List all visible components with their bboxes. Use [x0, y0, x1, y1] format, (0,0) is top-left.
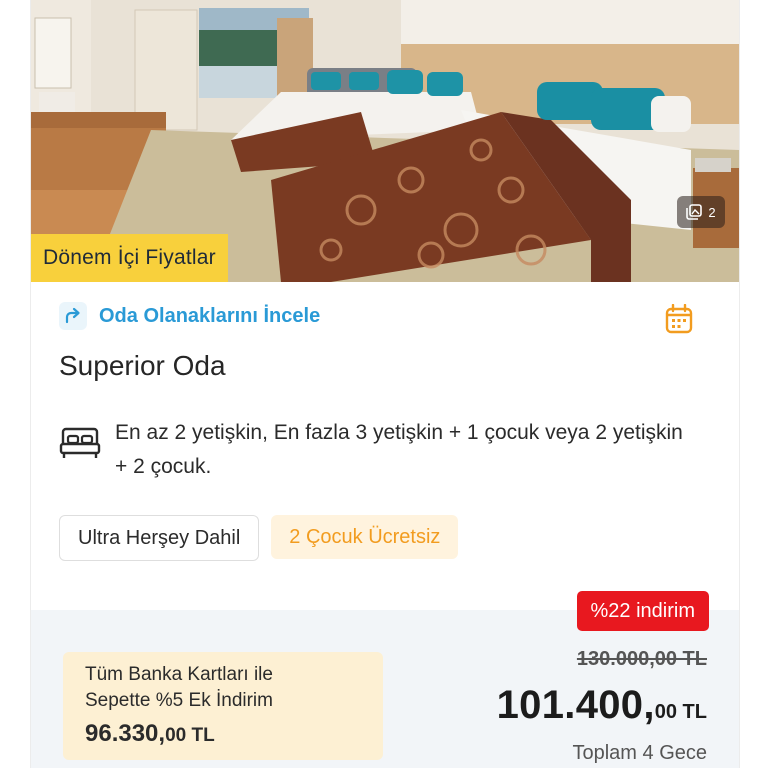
feature-tags: Ultra Herşey Dahil 2 Çocuk Ücretsiz — [59, 515, 459, 561]
room-title: Superior Oda — [59, 350, 226, 381]
gallery-count: 2 — [708, 204, 716, 220]
gallery-count-badge[interactable]: 2 — [677, 196, 725, 228]
calendar-icon[interactable] — [665, 303, 693, 339]
discount-badge: %22 indirim — [576, 591, 709, 631]
board-type-tag: Ultra Herşey Dahil — [59, 515, 260, 561]
bank-offer-price: 96.330,00 TL — [85, 720, 215, 748]
room-facilities-link[interactable]: Oda Olanaklarını İncele — [59, 302, 320, 330]
new-price: 101.400,00 TL — [497, 683, 707, 728]
bed-icon — [59, 426, 101, 484]
bank-offer-line2: Sepette %5 Ek İndirim — [85, 690, 273, 711]
room-photo[interactable]: 2 Dönem İçi Fiyatlar — [31, 0, 739, 282]
new-price-decimal: 00 TL — [654, 701, 707, 723]
total-nights: Toplam 4 Gece — [572, 742, 707, 764]
period-price-tag: Dönem İçi Fiyatlar — [31, 234, 228, 282]
bank-card-offer: Tüm Banka Kartları ile Sepette %5 Ek İnd… — [63, 652, 383, 760]
bank-offer-line1: Tüm Banka Kartları ile — [85, 664, 273, 685]
images-icon — [686, 204, 703, 220]
free-children-tag: 2 Çocuk Ücretsiz — [271, 515, 459, 559]
capacity-text: En az 2 yetişkin, En fazla 3 yetişkin + … — [115, 421, 683, 478]
bank-offer-price-main: 96.330, — [85, 720, 166, 747]
room-facilities-label: Oda Olanaklarını İncele — [99, 304, 321, 327]
new-price-main: 101.400, — [496, 683, 655, 727]
bank-offer-price-decimal: 00 TL — [165, 725, 215, 746]
room-card: 2 Dönem İçi Fiyatlar Oda Olanaklarını İn… — [30, 0, 740, 768]
old-price: 130.000,00 TL — [576, 648, 707, 670]
share-arrow-icon — [59, 302, 87, 330]
capacity-info: En az 2 yetişkin, En fazla 3 yetişkin + … — [59, 416, 699, 484]
